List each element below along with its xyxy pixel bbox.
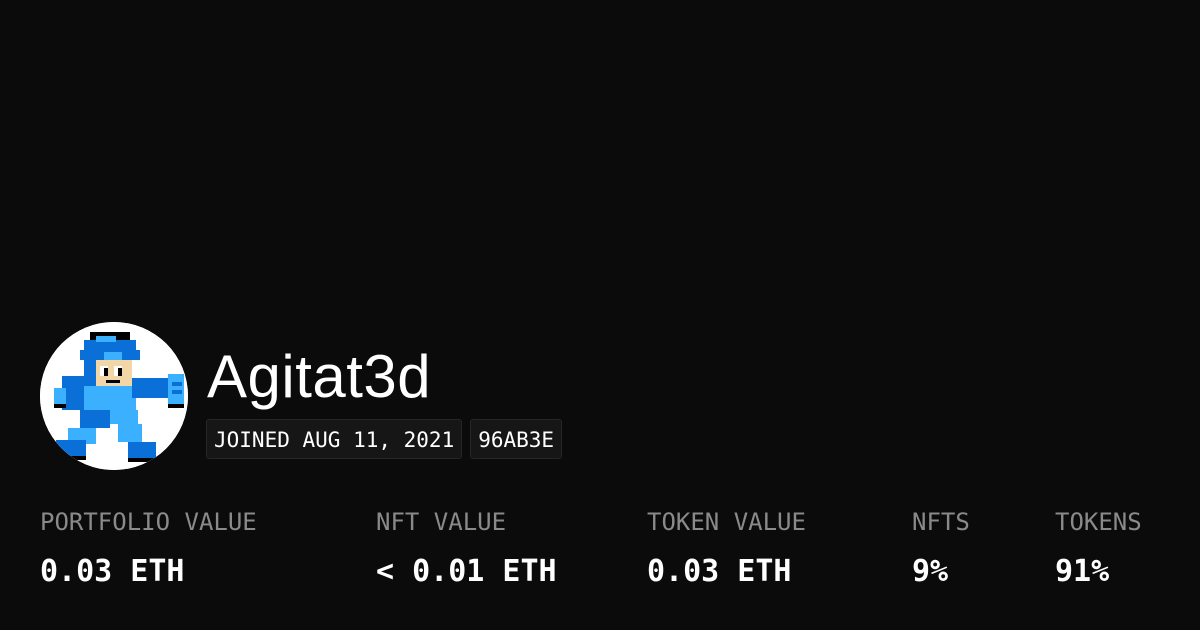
stat-token-value: TOKEN VALUE 0.03 ETH — [647, 505, 806, 590]
pixel-megaman-avatar-icon — [40, 322, 188, 470]
stat-label: NFT VALUE — [376, 508, 507, 536]
stat-value: 91% — [1055, 554, 1110, 589]
profile-badges: JOINED AUG 11, 2021 96AB3E — [206, 419, 563, 459]
stat-tokens-percent: TOKENS 91% — [1055, 505, 1142, 590]
username: Agitat3d — [207, 343, 432, 410]
stat-portfolio-value: PORTFOLIO VALUE 0.03 ETH — [40, 505, 257, 590]
stat-label: PORTFOLIO VALUE — [40, 508, 257, 536]
stat-nft-value: NFT VALUE < 0.01 ETH — [376, 505, 557, 590]
stat-label: TOKENS — [1055, 508, 1142, 536]
stat-nfts-percent: NFTS 9% — [912, 505, 970, 590]
stat-value: 9% — [912, 554, 949, 589]
stat-value: 0.03 ETH — [40, 554, 185, 589]
stat-label: NFTS — [912, 508, 970, 536]
avatar — [40, 322, 188, 470]
joined-date-badge: JOINED AUG 11, 2021 — [206, 419, 463, 459]
stat-label: TOKEN VALUE — [647, 508, 806, 536]
stat-value: 0.03 ETH — [647, 554, 792, 589]
stat-value: < 0.01 ETH — [376, 554, 557, 589]
address-badge: 96AB3E — [470, 419, 563, 459]
